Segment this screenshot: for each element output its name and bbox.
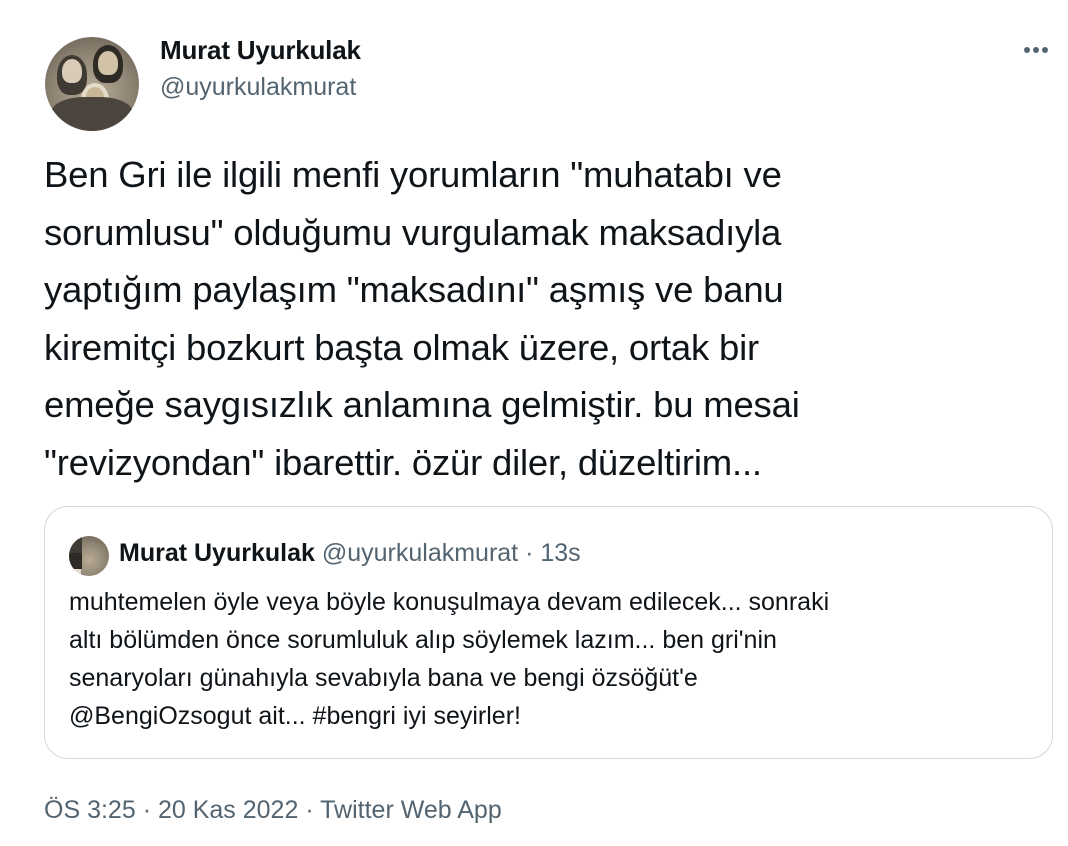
tweet-time[interactable]: ÖS 3:25 xyxy=(44,796,136,824)
more-options-button[interactable] xyxy=(1018,32,1054,68)
quoted-timestamp[interactable]: 13s xyxy=(540,539,580,567)
quoted-author-name[interactable]: Murat Uyurkulak xyxy=(119,539,315,567)
quoted-separator: · xyxy=(525,539,534,567)
tweet-text: Ben Gri ile ilgili menfi yorumların "muh… xyxy=(44,154,800,483)
more-horizontal-icon xyxy=(1024,47,1048,53)
author-handle[interactable]: @uyurkulakmurat xyxy=(160,72,356,102)
author-avatar[interactable] xyxy=(45,37,139,131)
author-name[interactable]: Murat Uyurkulak xyxy=(160,34,361,66)
tweet: Murat Uyurkulak @uyurkulakmurat Ben Gri … xyxy=(0,0,1068,846)
meta-separator: · xyxy=(142,796,152,824)
quoted-header: Murat Uyurkulak @uyurkulakmurat · 13s xyxy=(119,537,581,569)
tweet-meta: ÖS 3:25 · 20 Kas 2022 · Twitter Web App xyxy=(44,793,502,827)
quoted-author-avatar[interactable] xyxy=(69,536,109,576)
tweet-date[interactable]: 20 Kas 2022 xyxy=(158,796,298,824)
meta-separator: · xyxy=(305,796,314,824)
tweet-source[interactable]: Twitter Web App xyxy=(320,796,502,824)
quoted-author-handle[interactable]: @uyurkulakmurat xyxy=(322,539,518,567)
quoted-tweet[interactable]: Murat Uyurkulak @uyurkulakmurat · 13s mu… xyxy=(44,506,1053,759)
quoted-tweet-text: muhtemelen öyle veya böyle konuşulmaya d… xyxy=(69,588,830,730)
